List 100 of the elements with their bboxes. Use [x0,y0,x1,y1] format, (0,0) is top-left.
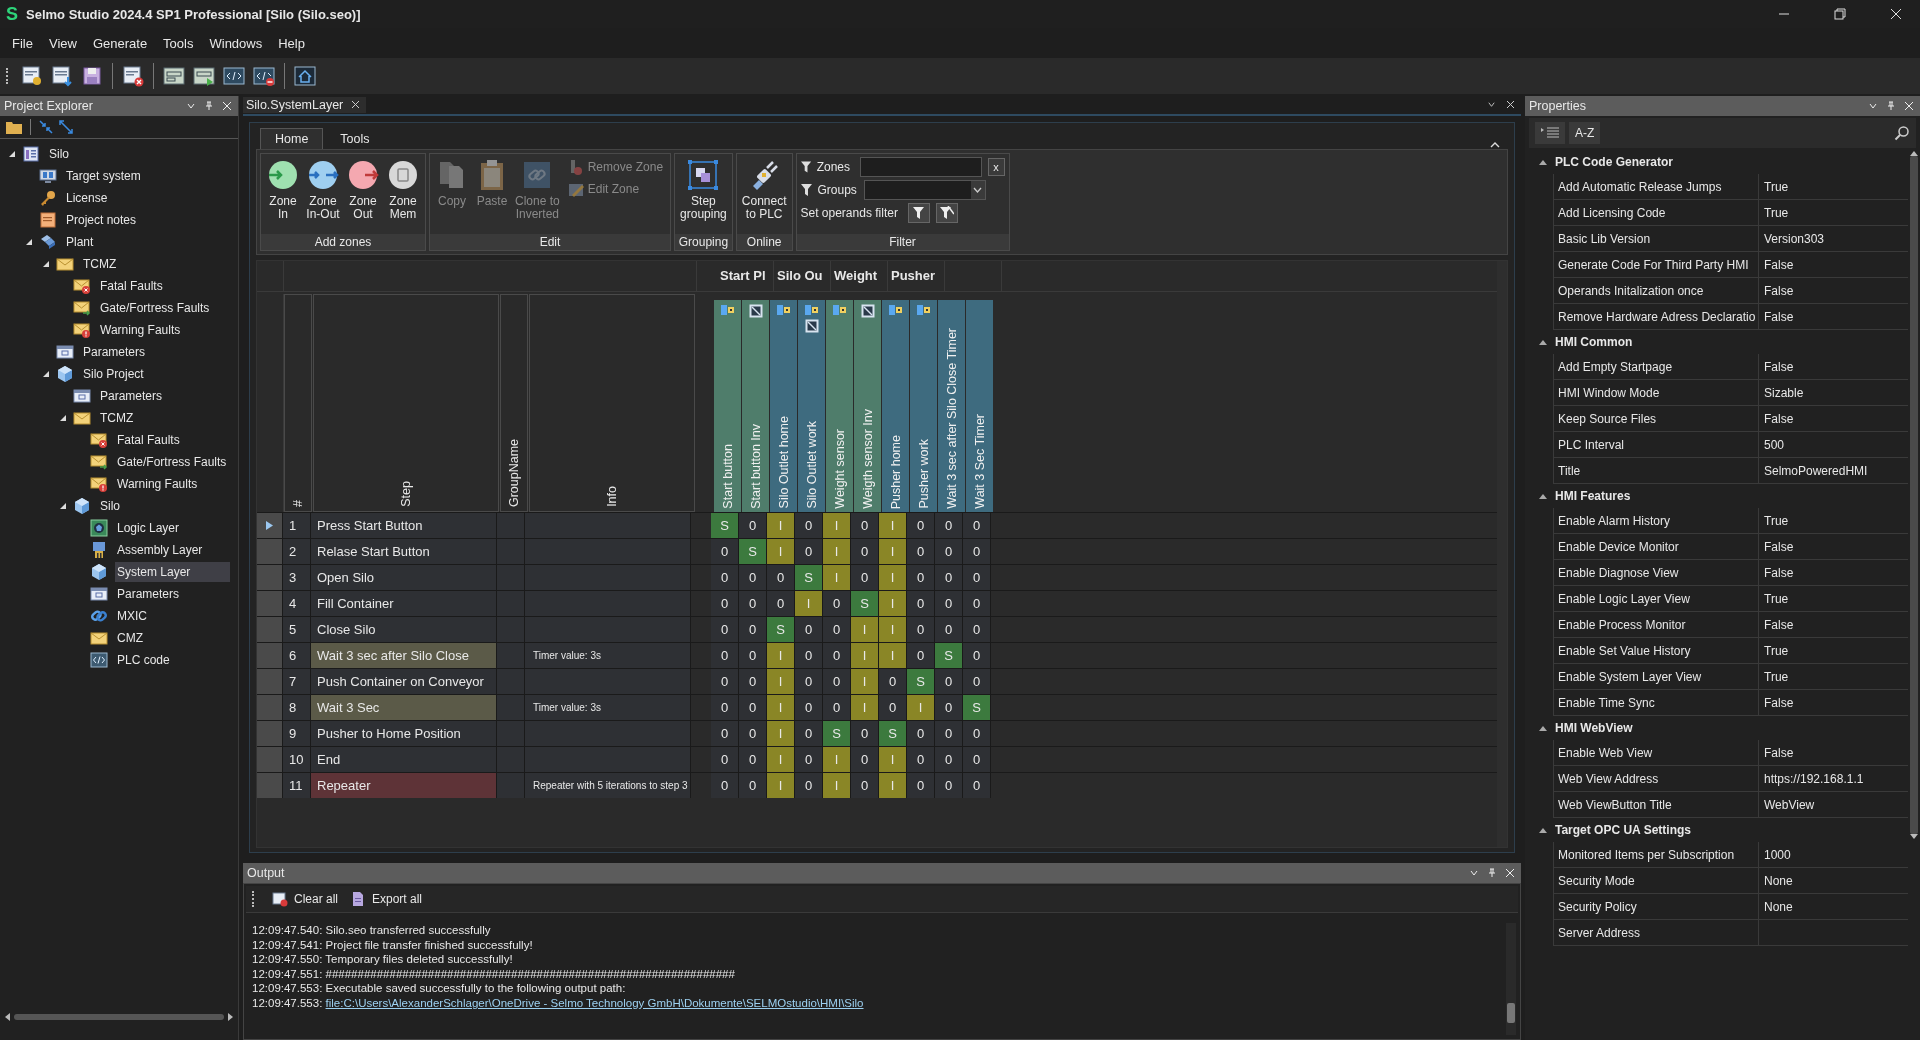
table-cell[interactable]: 0 [935,720,963,746]
category-header[interactable]: HMI Features [1555,489,1631,503]
tree-item[interactable]: Plant [64,232,100,252]
table-cell[interactable]: 0 [767,564,795,590]
window-play-icon[interactable] [192,64,216,88]
table-cell[interactable]: 0 [795,512,823,538]
table-cell[interactable]: 0 [711,538,739,564]
ribbon-button[interactable]: Zone In-Out [303,155,343,223]
collapse-arrow-icon[interactable] [1539,827,1547,833]
table-cell[interactable]: 0 [879,668,907,694]
expanded-arrow-icon[interactable] [25,238,33,246]
property-value[interactable]: 500 [1759,432,1908,457]
tree-item[interactable]: Fatal Faults [115,430,186,450]
table-cell[interactable]: 0 [767,590,795,616]
property-value[interactable]: WebView [1759,792,1908,817]
table-cell[interactable]: 0 [795,772,823,798]
table-cell[interactable]: 0 [963,538,991,564]
table-cell[interactable]: 0 [907,746,935,772]
scrollbar[interactable] [1506,923,1516,1035]
table-cell[interactable]: 0 [907,616,935,642]
toolbar-button[interactable]: Export all [350,891,423,908]
tree-item[interactable]: Target system [64,166,147,186]
document-arrow-icon[interactable] [50,64,74,88]
property-value[interactable]: False [1759,252,1908,277]
tree-item[interactable]: CMZ [115,628,149,648]
ribbon-tab[interactable]: Home [260,127,324,149]
ribbon-button[interactable]: Zone In [263,155,303,223]
table-cell[interactable]: 0 [879,694,907,720]
table-cell[interactable]: 0 [935,616,963,642]
collapse-arrow-icon[interactable] [1539,339,1547,345]
ribbon-tab[interactable]: Tools [325,127,385,149]
tree-item[interactable]: Warning Faults [115,474,204,494]
table-cell[interactable]: 0 [823,694,851,720]
dropdown-icon[interactable] [1868,101,1878,111]
table-cell[interactable]: 0 [711,746,739,772]
table-cell[interactable]: S [823,720,851,746]
table-cell[interactable]: 0 [851,720,879,746]
table-cell[interactable]: S [767,616,795,642]
table-cell[interactable]: 0 [823,590,851,616]
operand-header[interactable]: Pusher work [910,299,937,512]
operand-header[interactable]: Wait 3 Sec Timer [966,299,993,512]
table-cell[interactable]: S [935,642,963,668]
table-cell[interactable]: 0 [739,590,767,616]
close-icon[interactable] [1890,8,1902,20]
restore-icon[interactable] [1834,8,1846,20]
property-value[interactable]: False [1759,740,1908,765]
table-cell[interactable]: 0 [739,746,767,772]
property-value[interactable]: False [1759,534,1908,559]
row-header[interactable] [257,512,283,538]
tree-item[interactable]: Parameters [98,386,169,406]
clear-filter-button[interactable] [935,202,958,223]
property-value[interactable]: True [1759,200,1908,225]
table-cell[interactable]: 0 [795,720,823,746]
tree-item[interactable]: PLC code [115,650,176,670]
table-cell[interactable]: 0 [963,668,991,694]
table-cell[interactable]: 0 [907,720,935,746]
table-cell[interactable]: 0 [907,772,935,798]
collapse-arrow-icon[interactable] [1539,493,1547,499]
table-cell[interactable]: 0 [935,512,963,538]
table-cell[interactable]: S [879,720,907,746]
table-cell[interactable]: 0 [711,590,739,616]
table-cell[interactable]: 0 [907,590,935,616]
tree-item[interactable]: Fatal Faults [98,276,169,296]
property-value[interactable]: https://192.168.1.1 [1759,766,1908,791]
document-tab[interactable]: Silo.SystemLayer [243,96,367,113]
operand-header[interactable]: Start button Inv [742,299,769,512]
table-cell[interactable]: 0 [739,512,767,538]
property-value[interactable]: False [1759,354,1908,379]
table-cell[interactable]: 0 [963,772,991,798]
ribbon-button[interactable]: Step grouping [677,155,730,223]
table-cell[interactable]: 0 [935,772,963,798]
file-link[interactable]: file:C:\Users\AlexanderSchlager\OneDrive - Selmo Technology GmbH\Dokumente\SELMOstudio\HMI\Silo [325,996,864,1009]
table-cell[interactable]: 0 [823,616,851,642]
save-icon[interactable] [80,64,104,88]
property-value[interactable]: Version303 [1759,226,1908,251]
table-cell[interactable]: 0 [963,564,991,590]
property-value[interactable]: True [1759,638,1908,663]
table-cell[interactable]: 0 [711,772,739,798]
table-cell[interactable]: 0 [711,616,739,642]
dropdown-icon[interactable] [186,101,196,111]
zones-field[interactable] [859,156,982,177]
table-cell[interactable]: 0 [795,694,823,720]
property-value[interactable]: False [1759,278,1908,303]
table-cell[interactable]: 0 [963,720,991,746]
property-value[interactable]: True [1759,664,1908,689]
table-cell[interactable]: 0 [935,668,963,694]
categorized-button[interactable] [1535,122,1565,144]
tree-item[interactable]: Silo [47,144,75,164]
collapse-icon[interactable] [39,120,53,134]
folder-icon[interactable] [6,120,22,134]
table-cell[interactable]: 0 [739,616,767,642]
property-value[interactable]: False [1759,690,1908,715]
tree-item[interactable]: System Layer [115,562,231,582]
expanded-arrow-icon[interactable] [42,260,50,268]
tree-item[interactable]: Silo [98,496,126,516]
document-close-icon[interactable] [121,64,145,88]
table-cell[interactable]: 0 [739,720,767,746]
expanded-arrow-icon[interactable] [8,150,16,158]
menu-item[interactable]: File [4,35,41,51]
menu-item[interactable]: Generate [84,35,156,51]
